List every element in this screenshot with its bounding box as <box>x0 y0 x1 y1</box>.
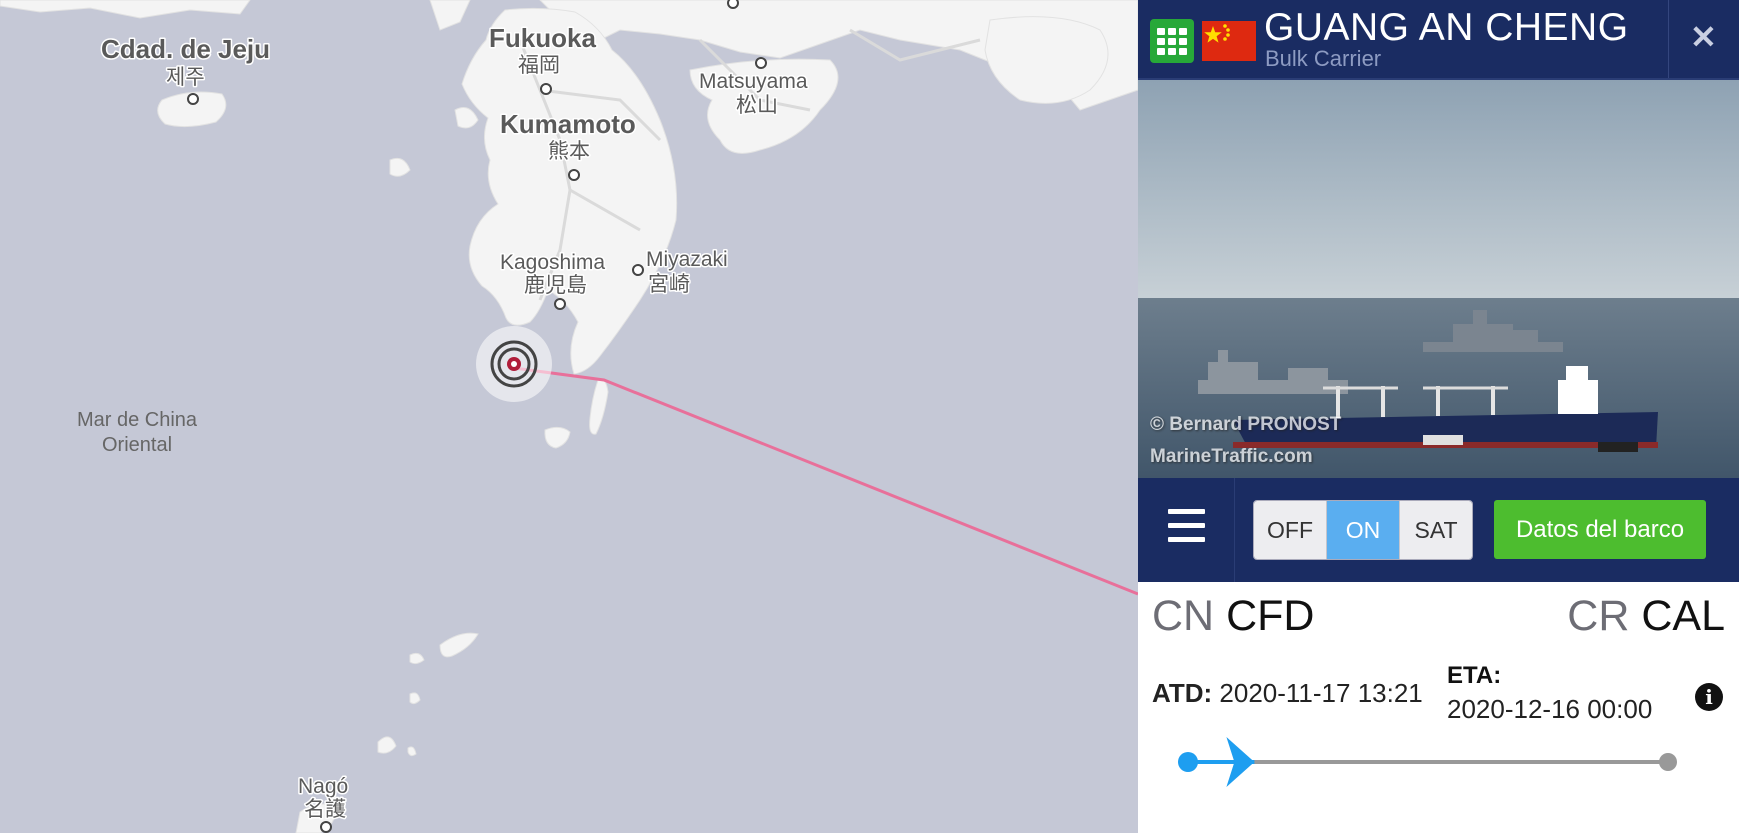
sea-label: Mar de China <box>77 409 198 431</box>
destination-port-code: CAL <box>1641 592 1725 640</box>
eta-value: 2020-12-16 00:00 <box>1447 694 1653 724</box>
voyage-progress-bar <box>1178 737 1677 787</box>
voyage-info: CN CFD CR CAL ATD: 2020-11-17 13:21 ETA:… <box>1138 582 1739 833</box>
city-label-native: 熊本 <box>548 139 590 163</box>
city-label-native: 鹿児島 <box>524 273 587 297</box>
china-flag-icon <box>1202 21 1256 61</box>
city-label-native: 松山 <box>736 93 778 117</box>
city-label: Miyazaki <box>646 248 728 271</box>
vessel-photo[interactable]: © Bernard PRONOST MarineTraffic.com <box>1138 80 1739 478</box>
vessel-name: GUANG AN CHENG <box>1264 6 1629 49</box>
departure-port-code: CFD <box>1226 592 1315 640</box>
info-icon[interactable]: i <box>1695 683 1723 711</box>
map-layer-toggle: OFF ON SAT <box>1253 500 1473 560</box>
city-label-native: 福岡 <box>518 53 560 77</box>
vessel-details-button[interactable]: Datos del barco <box>1494 500 1706 559</box>
panel-header: GUANG AN CHENG Bulk Carrier ✕ <box>1138 0 1739 80</box>
vessel-info-panel: GUANG AN CHENG Bulk Carrier ✕ © Bernard … <box>1138 0 1739 833</box>
divider <box>1668 0 1669 78</box>
destination-port[interactable]: CR CAL <box>1567 592 1725 641</box>
vessel-type: Bulk Carrier <box>1265 46 1382 71</box>
city-label: Nagó <box>298 775 348 798</box>
hamburger-menu-icon[interactable] <box>1138 478 1235 582</box>
atd-value: 2020-11-17 13:21 <box>1219 678 1423 708</box>
city-label: Fukuoka <box>489 23 596 53</box>
city-label-native: 名護 <box>304 797 346 821</box>
photo-credit: © Bernard PRONOST <box>1150 414 1342 435</box>
sea-label: Oriental <box>102 434 172 456</box>
photo-source: MarineTraffic.com <box>1150 446 1313 467</box>
city-label-native: 제주 <box>166 65 205 89</box>
city-label: Kumamoto <box>500 109 636 139</box>
toggle-sat-button[interactable]: SAT <box>1400 501 1472 559</box>
close-icon[interactable]: ✕ <box>1690 18 1717 56</box>
vessel-marker[interactable] <box>476 326 552 402</box>
departure-country-code: CN <box>1152 592 1215 640</box>
eta-label: ETA: <box>1447 662 1502 689</box>
city-label-native: 宮崎 <box>648 272 690 296</box>
progress-start-dot <box>1178 752 1198 772</box>
departure-port[interactable]: CN CFD <box>1152 592 1314 641</box>
city-label: Cdad. de Jeju <box>101 34 270 64</box>
panel-toolbar: OFF ON SAT Datos del barco <box>1138 478 1739 582</box>
atd-row: ATD: 2020-11-17 13:21 <box>1152 678 1423 709</box>
progress-end-dot <box>1659 753 1677 771</box>
toggle-off-button[interactable]: OFF <box>1254 501 1327 559</box>
grid-icon[interactable] <box>1150 19 1194 63</box>
city-label: Matsuyama <box>699 70 808 93</box>
city-label: Kagoshima <box>500 251 605 274</box>
toggle-on-button[interactable]: ON <box>1327 501 1400 559</box>
atd-label: ATD: <box>1152 678 1213 708</box>
destination-country-code: CR <box>1567 592 1630 640</box>
